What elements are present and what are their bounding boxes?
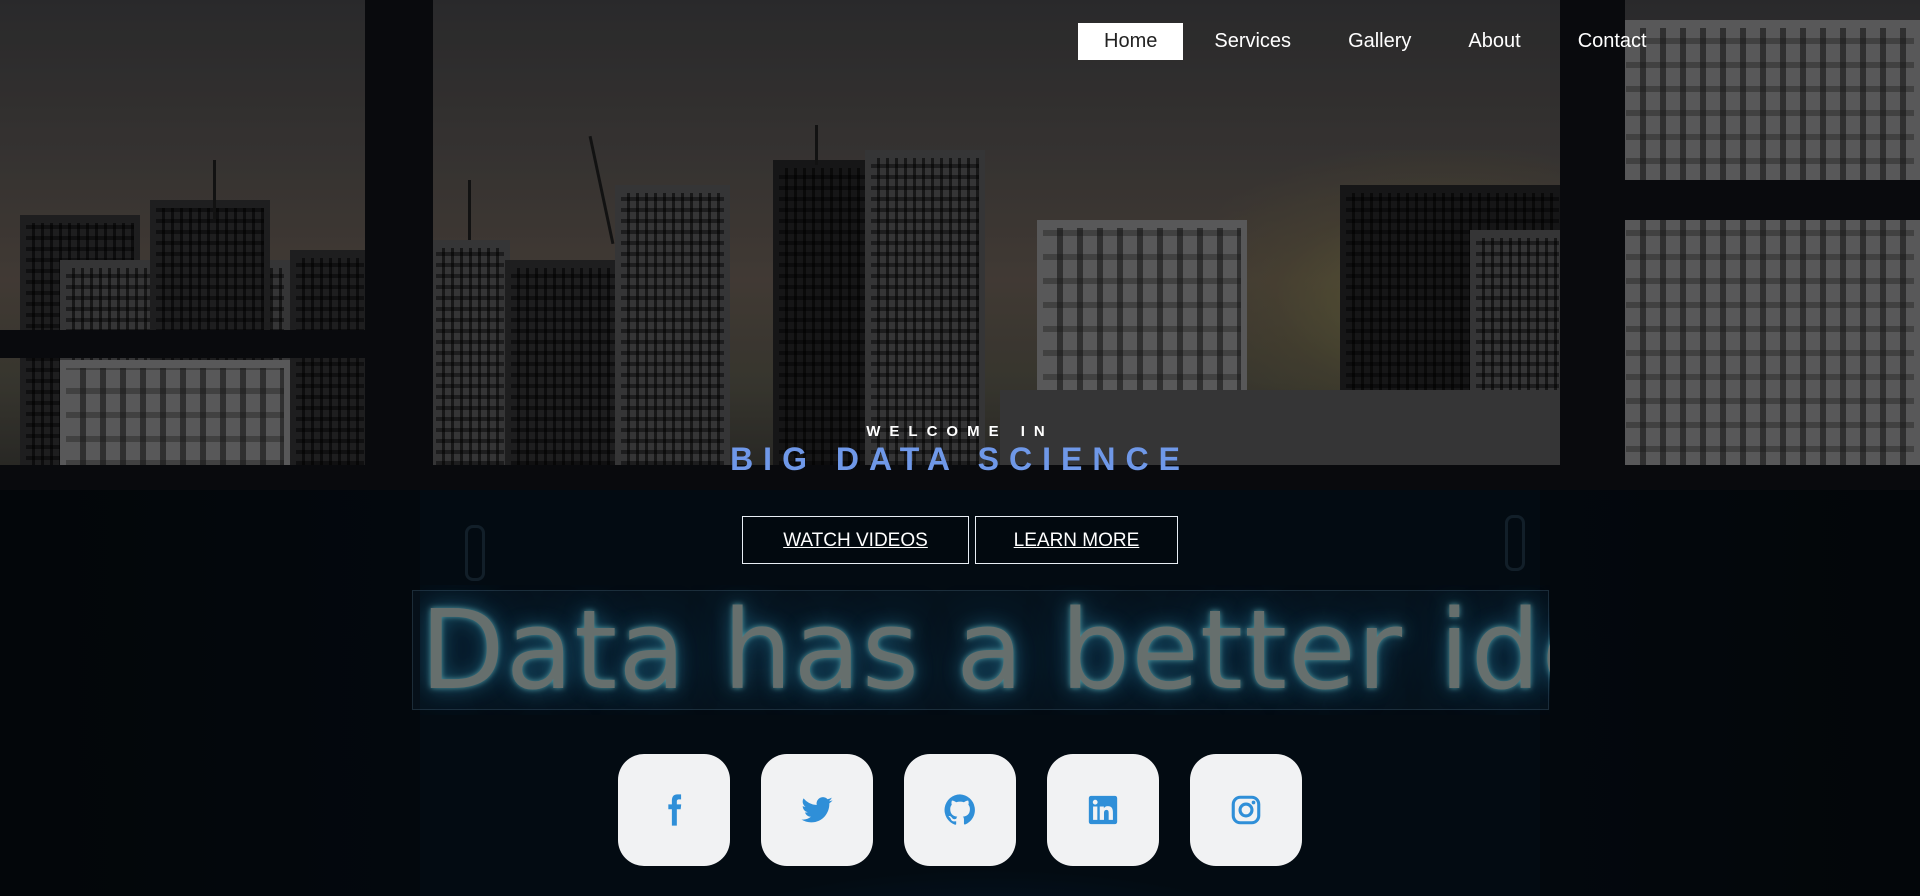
nav-gallery[interactable]: Gallery [1322, 23, 1437, 60]
linkedin-icon [1088, 795, 1118, 825]
twitter-link[interactable] [761, 754, 873, 866]
nav-home[interactable]: Home [1078, 23, 1184, 60]
hero-eyebrow: WELCOME IN [866, 423, 1054, 440]
nav-about[interactable]: About [1442, 23, 1546, 60]
main-nav: Home Services Gallery About Contact [1078, 23, 1678, 60]
nav-services[interactable]: Services [1188, 23, 1317, 60]
instagram-link[interactable] [1190, 754, 1302, 866]
facebook-icon [668, 794, 682, 826]
facebook-link[interactable] [618, 754, 730, 866]
instagram-icon [1231, 795, 1261, 825]
github-link[interactable] [904, 754, 1016, 866]
github-icon [944, 794, 975, 825]
hero-title: BIG DATA SCIENCE [730, 441, 1190, 477]
hero-section: Data has a better idea Home Services Gal… [0, 0, 1920, 896]
social-links [618, 754, 1333, 866]
learn-more-button[interactable]: LEARN MORE [975, 516, 1178, 564]
linkedin-link[interactable] [1047, 754, 1159, 866]
watch-videos-button[interactable]: WATCH VIDEOS [742, 516, 969, 564]
nav-contact[interactable]: Contact [1552, 23, 1673, 60]
twitter-icon [801, 797, 833, 823]
